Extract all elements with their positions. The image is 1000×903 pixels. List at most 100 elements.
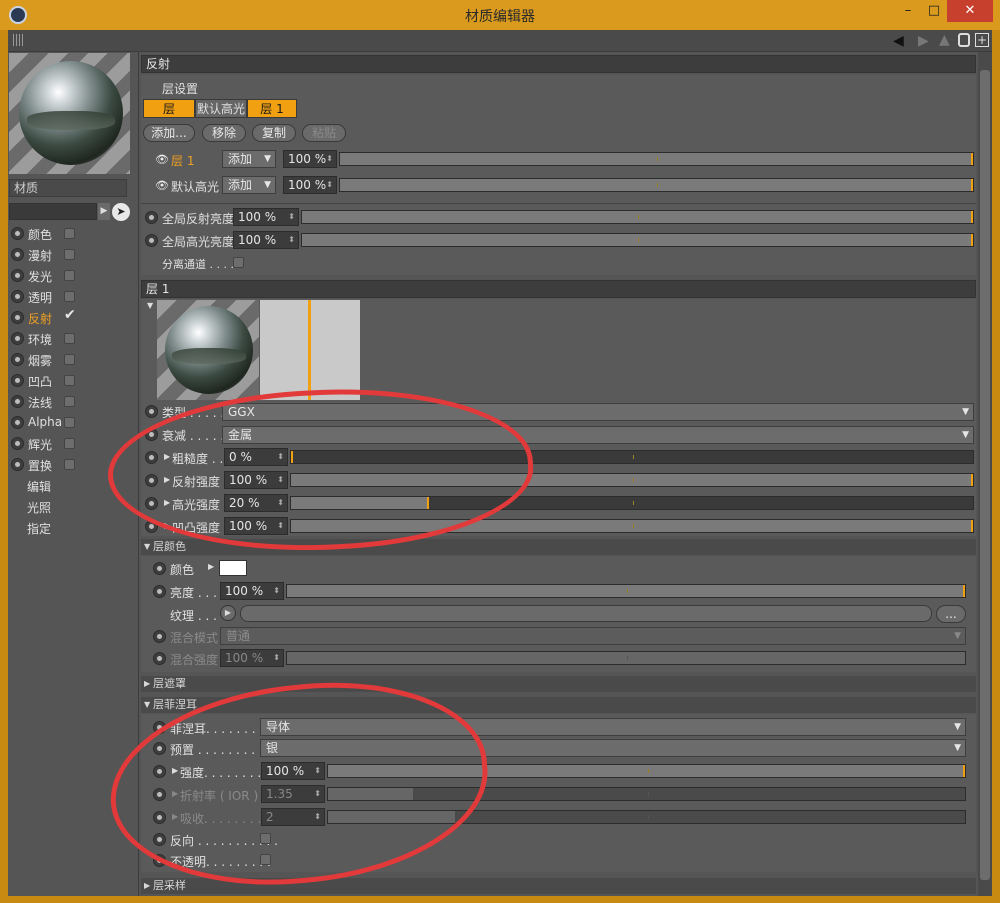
collapse-icon[interactable]: ▼: [147, 301, 153, 310]
layer1-mode-dropdown[interactable]: 添加 ▼: [222, 150, 276, 168]
new-window-icon[interactable]: +: [975, 33, 989, 47]
channel-checkbox[interactable]: [64, 333, 75, 344]
cursor-picker-icon[interactable]: ➤: [112, 203, 130, 221]
texture-path-field[interactable]: [240, 605, 932, 622]
global-specular-field[interactable]: 100 % ⬍: [233, 231, 299, 249]
channel-radio[interactable]: [11, 395, 24, 408]
material-preview[interactable]: [9, 53, 130, 174]
channel-item[interactable]: 反射 ✔: [9, 307, 134, 328]
toolbar-grip-icon[interactable]: [13, 34, 25, 46]
global-reflect-field[interactable]: 100 % ⬍: [233, 208, 299, 226]
channel-checkbox[interactable]: [64, 228, 75, 239]
close-button[interactable]: ✕: [947, 0, 993, 22]
scrollbar-thumb[interactable]: [980, 70, 990, 880]
channel-item[interactable]: 颜色: [9, 224, 134, 244]
navigate-forward-icon[interactable]: ▶: [918, 33, 929, 49]
layer1-opacity-slider[interactable]: [339, 152, 974, 166]
brightness-slider[interactable]: [286, 584, 966, 598]
add-layer-button[interactable]: 添加...: [143, 124, 195, 142]
channel-radio[interactable]: [11, 311, 24, 324]
navigate-back-icon[interactable]: ◀: [893, 33, 904, 49]
blend-mode-radio[interactable]: [153, 630, 166, 643]
lock-icon[interactable]: [958, 33, 970, 47]
channel-radio[interactable]: [11, 353, 24, 366]
global-reflect-slider[interactable]: [301, 210, 974, 224]
panel-link[interactable]: 光照: [27, 499, 51, 516]
blend-strength-slider[interactable]: [286, 651, 966, 665]
channel-checkbox[interactable]: [64, 354, 75, 365]
texture-arrow-icon[interactable]: ▶: [220, 605, 236, 621]
material-name-field[interactable]: 材质: [9, 179, 127, 197]
channel-radio[interactable]: [11, 290, 24, 303]
global-reflect-radio[interactable]: [145, 211, 158, 224]
channel-label: 环境: [28, 333, 53, 347]
minimize-button[interactable]: –: [896, 0, 920, 22]
expand-icon[interactable]: ▶: [208, 562, 214, 571]
default-specular-opacity-slider[interactable]: [339, 178, 974, 192]
channel-checkbox[interactable]: [64, 375, 75, 386]
channel-radio[interactable]: [11, 416, 24, 429]
channel-checkbox[interactable]: [64, 459, 75, 470]
type-radio[interactable]: [145, 405, 158, 418]
window-title: 材质编辑器: [465, 9, 535, 25]
separate-pass-checkbox[interactable]: [233, 257, 244, 268]
panel-link[interactable]: 指定: [27, 520, 51, 537]
channel-checkbox[interactable]: [64, 249, 75, 260]
copy-layer-button[interactable]: 复制: [252, 124, 296, 142]
maximize-button[interactable]: □: [924, 0, 944, 22]
channel-item[interactable]: Alpha: [9, 413, 134, 433]
channel-radio[interactable]: [11, 269, 24, 282]
blend-strength-radio[interactable]: [153, 652, 166, 665]
channel-item[interactable]: 发光: [9, 266, 134, 286]
color-radio[interactable]: [153, 562, 166, 575]
paste-layer-button[interactable]: 粘贴: [302, 124, 346, 142]
default-specular-opacity-field[interactable]: 100 % ⬍: [283, 176, 337, 194]
global-specular-radio[interactable]: [145, 234, 158, 247]
channel-item[interactable]: 辉光: [9, 434, 134, 454]
remove-layer-button[interactable]: 移除: [202, 124, 246, 142]
blend-strength-field[interactable]: 100 % ⬍: [220, 649, 284, 667]
color-swatch[interactable]: [219, 560, 247, 576]
channel-radio[interactable]: [11, 374, 24, 387]
channel-item[interactable]: 漫射: [9, 245, 134, 265]
default-specular-name[interactable]: 默认高光: [171, 178, 219, 195]
checkmark-icon[interactable]: ✔: [64, 307, 76, 323]
channel-radio[interactable]: [11, 332, 24, 345]
layer1-name[interactable]: 层 1: [171, 152, 194, 169]
channel-checkbox[interactable]: [64, 396, 75, 407]
toolbar: [8, 30, 992, 52]
channel-item[interactable]: 凹凸: [9, 371, 134, 391]
material-search-field[interactable]: [9, 203, 97, 220]
eye-icon[interactable]: 👁: [155, 153, 169, 166]
panel-link[interactable]: 编辑: [27, 478, 51, 495]
channel-item[interactable]: 法线: [9, 392, 134, 412]
channel-radio[interactable]: [11, 437, 24, 450]
channel-item[interactable]: 烟雾: [9, 350, 134, 370]
channel-checkbox[interactable]: [64, 438, 75, 449]
channel-item[interactable]: 环境: [9, 329, 134, 349]
layer-settings-label: 层设置: [162, 82, 199, 96]
layer-preview[interactable]: [157, 300, 259, 400]
up-arrow-icon[interactable]: ▲: [939, 32, 950, 48]
channel-radio[interactable]: [11, 458, 24, 471]
channel-item[interactable]: 透明: [9, 287, 134, 307]
tab-default-specular[interactable]: 默认高光: [195, 99, 247, 118]
global-specular-slider[interactable]: [301, 233, 974, 247]
default-specular-mode-dropdown[interactable]: 添加 ▼: [222, 176, 276, 194]
channel-checkbox[interactable]: [64, 417, 75, 428]
channel-radio[interactable]: [11, 248, 24, 261]
layer1-opacity-field[interactable]: 100 % ⬍: [283, 150, 337, 168]
material-arrow-icon[interactable]: ▶: [98, 203, 110, 220]
tab-layer[interactable]: 层: [143, 99, 195, 118]
eye-icon[interactable]: 👁: [155, 179, 169, 192]
brightness-field[interactable]: 100 % ⬍: [220, 582, 284, 600]
channel-checkbox[interactable]: [64, 291, 75, 302]
texture-browse-button[interactable]: ...: [936, 605, 966, 623]
brightness-radio[interactable]: [153, 585, 166, 598]
layer1-section-header[interactable]: 层 1: [141, 280, 976, 298]
blend-mode-dropdown[interactable]: 普通 ▼: [220, 627, 966, 645]
channel-checkbox[interactable]: [64, 270, 75, 281]
reflect-section-header[interactable]: 反射: [141, 55, 976, 73]
tab-layer1[interactable]: 层 1: [247, 99, 297, 118]
channel-radio[interactable]: [11, 227, 24, 240]
